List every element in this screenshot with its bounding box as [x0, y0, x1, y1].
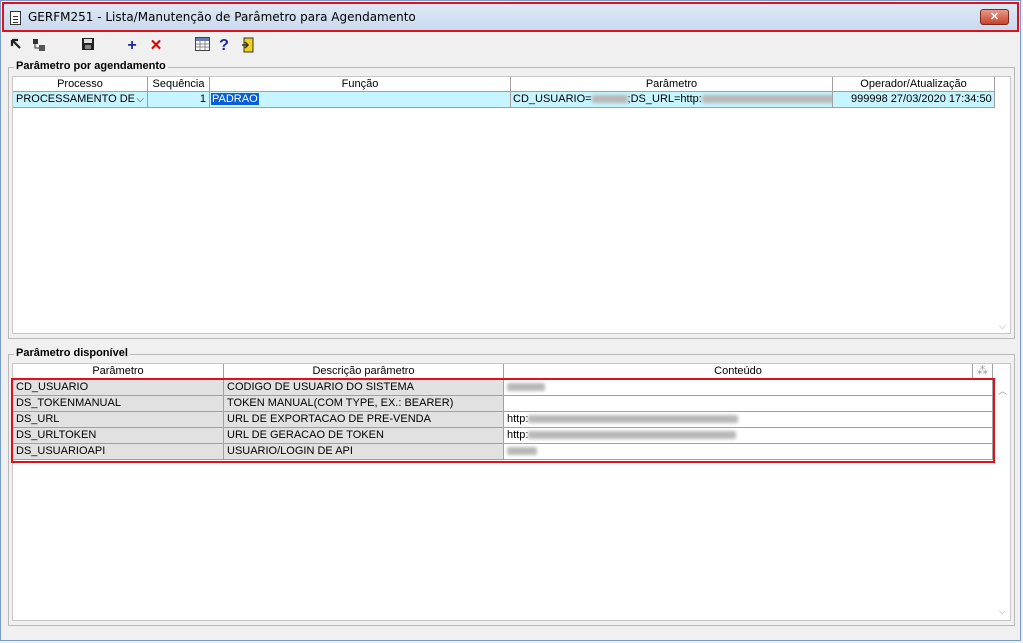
document-icon	[10, 11, 21, 25]
col-processo[interactable]: Processo	[13, 77, 148, 92]
col-parametro[interactable]: Parâmetro	[13, 364, 224, 379]
parametro-prefix: CD_USUARIO=	[513, 93, 592, 105]
col-operador[interactable]: Operador/Atualização	[833, 77, 995, 92]
title-bar: GERFM251 - Lista/Manutenção de Parâmetro…	[2, 2, 1019, 32]
col-sequencia[interactable]: Sequência	[148, 77, 210, 92]
col-conteudo[interactable]: Conteúdo	[504, 364, 973, 379]
parametro-cell[interactable]: CD_USUARIO=;DS_URL=http:tior	[511, 92, 833, 108]
highlight-box	[11, 378, 995, 463]
col-descricao[interactable]: Descrição parâmetro	[224, 364, 504, 379]
redacted-value	[591, 95, 628, 104]
save-icon[interactable]	[79, 37, 97, 55]
delete-icon[interactable]: ✕	[147, 37, 165, 55]
scroll-down-icon[interactable]: ⌵	[999, 606, 1006, 617]
processo-cell[interactable]: PROCESSAMENTO DE ⌵	[13, 92, 148, 108]
sequencia-cell[interactable]: 1	[148, 92, 210, 108]
operador-cell[interactable]: 999998 27/03/2020 17:34:50	[833, 92, 995, 108]
parametro-mid: ;DS_URL=http:	[627, 93, 702, 105]
app-window: GERFM251 - Lista/Manutenção de Parâmetro…	[0, 0, 1021, 641]
col-funcao[interactable]: Função	[210, 77, 511, 92]
funcao-cell[interactable]: PADRAO	[210, 92, 511, 108]
col-parametro[interactable]: Parâmetro	[511, 77, 833, 92]
funcao-value: PADRAO	[211, 93, 259, 105]
corner-icon[interactable]: ⁂	[973, 364, 993, 379]
help-icon[interactable]: ?	[215, 37, 233, 55]
operador-value: 999998	[851, 93, 888, 105]
close-button[interactable]: ✕	[980, 9, 1009, 25]
back-arrow-icon[interactable]	[9, 37, 27, 55]
agendamento-group: Parâmetro por agendamento Processo Sequê…	[8, 60, 1015, 339]
tree-icon[interactable]	[31, 37, 49, 55]
agendamento-grid: Processo Sequência Função Parâmetro Oper…	[12, 76, 1011, 334]
scroll-down-icon[interactable]: ⌵	[999, 321, 1006, 332]
redacted-value	[701, 95, 832, 104]
atualizacao-value: 27/03/2020 17:34:50	[890, 93, 992, 105]
agendamento-legend: Parâmetro por agendamento	[14, 60, 168, 72]
calculator-icon[interactable]	[193, 37, 211, 55]
scroll-up-icon[interactable]: ︿	[998, 384, 1007, 397]
add-icon[interactable]: +	[123, 37, 141, 55]
toolbar: + ✕ ?	[1, 35, 1022, 57]
chevron-down-icon[interactable]: ⌵	[136, 92, 144, 107]
exit-icon[interactable]	[239, 37, 257, 55]
window-title: GERFM251 - Lista/Manutenção de Parâmetro…	[28, 10, 416, 24]
disponivel-legend: Parâmetro disponível	[14, 347, 130, 359]
processo-value: PROCESSAMENTO DE	[16, 93, 135, 105]
